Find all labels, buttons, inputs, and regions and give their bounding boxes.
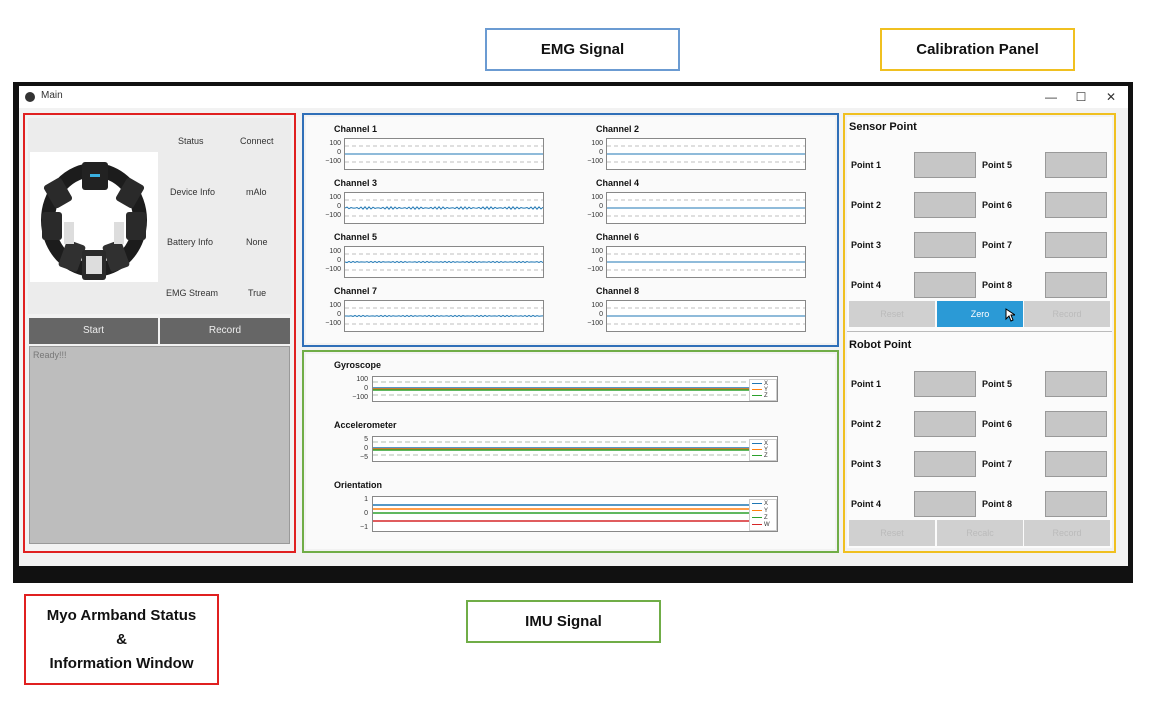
emg-highlight-frame [302, 113, 839, 347]
imu-highlight-frame [302, 350, 839, 553]
title-bar[interactable]: Main — ☐ ✕ [19, 86, 1128, 108]
window-title: Main [41, 90, 63, 101]
emg-signal-callout: EMG Signal [485, 28, 680, 71]
minimize-button[interactable]: — [1037, 88, 1065, 106]
calibration-panel-callout: Calibration Panel [880, 28, 1075, 71]
myo-status-callout: Myo Armband Status & Information Window [24, 594, 219, 685]
emg-signal-callout-text: EMG Signal [540, 40, 625, 58]
calibration-callout-text: Calibration Panel [916, 40, 1039, 58]
imu-signal-callout-text: IMU Signal [525, 612, 602, 630]
imu-signal-callout: IMU Signal [466, 600, 661, 643]
myo-callout-line1: Myo Armband Status [46, 606, 197, 624]
myo-highlight-frame [23, 113, 296, 553]
myo-callout-line3: Information Window [49, 654, 194, 672]
calibration-highlight-frame [843, 113, 1116, 553]
close-button[interactable]: ✕ [1097, 88, 1125, 106]
maximize-button[interactable]: ☐ [1067, 88, 1095, 106]
myo-callout-line2: & [116, 630, 127, 648]
app-icon [25, 92, 35, 102]
